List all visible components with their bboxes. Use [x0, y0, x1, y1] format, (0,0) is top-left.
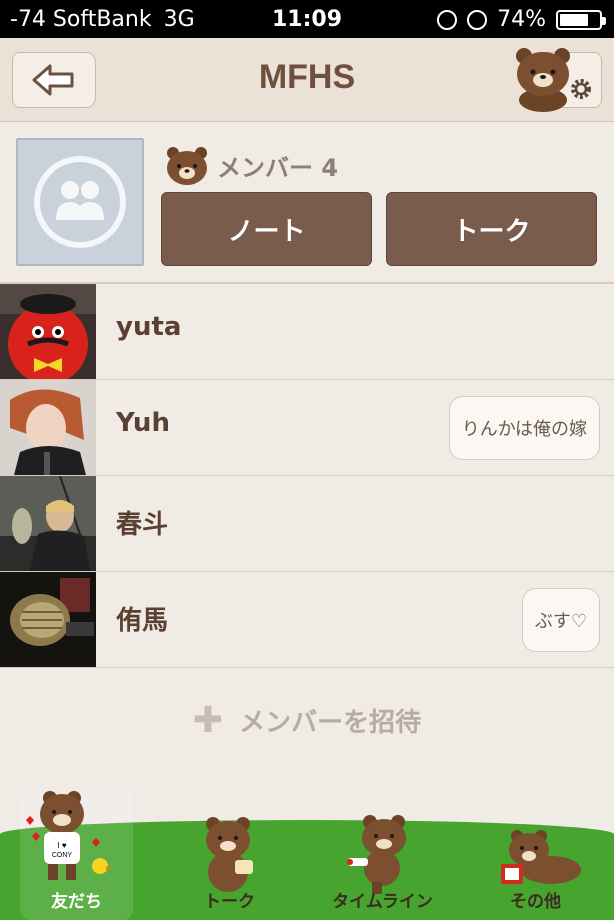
- member-row-yuta[interactable]: yuta: [0, 284, 614, 380]
- bear-running-icon: [347, 815, 406, 894]
- status-message: りんかは俺の嫁: [448, 396, 600, 460]
- member-count-row: メンバー 4: [165, 144, 338, 186]
- status-right: 74%: [437, 7, 606, 32]
- talk-button[interactable]: トーク: [386, 192, 597, 266]
- member-photo: [0, 380, 96, 475]
- status-bar: -74 SoftBank 3G 11:09 74%: [0, 0, 614, 38]
- group-avatar[interactable]: [16, 138, 144, 266]
- tab-label: タイムライン: [332, 892, 433, 912]
- member-photo: [0, 476, 96, 571]
- member-photo: [0, 284, 96, 379]
- member-name: yuta: [116, 312, 182, 342]
- battery-icon: [556, 9, 606, 30]
- settings-area[interactable]: [512, 46, 602, 116]
- note-button[interactable]: ノート: [161, 192, 372, 266]
- tab-timeline[interactable]: タイムライン: [306, 790, 459, 920]
- fishing-photo: [0, 476, 96, 571]
- member-count-label: メンバー 4: [217, 153, 339, 182]
- invite-label: メンバーを招待: [239, 708, 422, 738]
- battery-fill: [560, 13, 589, 26]
- bear-icon: [167, 147, 207, 185]
- bear-mascot-icon: [516, 48, 570, 112]
- bear-cony-icon: I ♥ CONY: [26, 791, 112, 880]
- member-name: 侑馬: [116, 606, 169, 636]
- red-mascot-photo: [0, 284, 96, 379]
- bear-eating-icon: [206, 817, 253, 892]
- alarm-icon: [467, 9, 488, 30]
- svg-text:CONY: CONY: [52, 852, 73, 859]
- member-row-haruto[interactable]: 春斗: [0, 476, 614, 572]
- tab-friends[interactable]: I ♥ CONY 友だち: [0, 790, 153, 920]
- tab-talk[interactable]: トーク: [153, 790, 306, 920]
- nav-header: MFHS: [0, 38, 614, 122]
- svg-text:I ♥: I ♥: [57, 841, 66, 850]
- invite-member-button[interactable]: ✚ メンバーを招待: [0, 700, 614, 741]
- group-avatar-ring: [34, 156, 126, 248]
- member-photo: [0, 572, 96, 667]
- tab-label: 友だち: [51, 892, 102, 912]
- member-name: Yuh: [116, 408, 170, 438]
- status-message: ぶす♡: [521, 588, 600, 652]
- member-name: 春斗: [116, 510, 169, 540]
- tab-label: その他: [510, 892, 561, 912]
- battery-percent: 74%: [497, 7, 546, 32]
- bear-reading-icon: [501, 830, 581, 884]
- member-row-yuh[interactable]: Yuh りんかは俺の嫁: [0, 380, 614, 476]
- object-photo: [0, 572, 96, 667]
- tab-label: トーク: [204, 892, 255, 912]
- tab-more[interactable]: その他: [459, 790, 612, 920]
- rotation-lock-icon: [437, 9, 458, 30]
- tab-bar: I ♥ CONY 友だち トーク タイムライン その他: [0, 790, 614, 920]
- group-info: メンバー 4 ノート トーク: [0, 122, 614, 284]
- gear-icon: [571, 79, 591, 99]
- member-row-yuma[interactable]: 侑馬 ぶす♡: [0, 572, 614, 668]
- person-photo: [0, 380, 96, 475]
- plus-icon: ✚: [192, 700, 224, 741]
- member-list: yuta Yuh りんかは俺の嫁 春斗 侑馬 ぶす♡: [0, 284, 614, 668]
- group-people-icon: [56, 181, 104, 220]
